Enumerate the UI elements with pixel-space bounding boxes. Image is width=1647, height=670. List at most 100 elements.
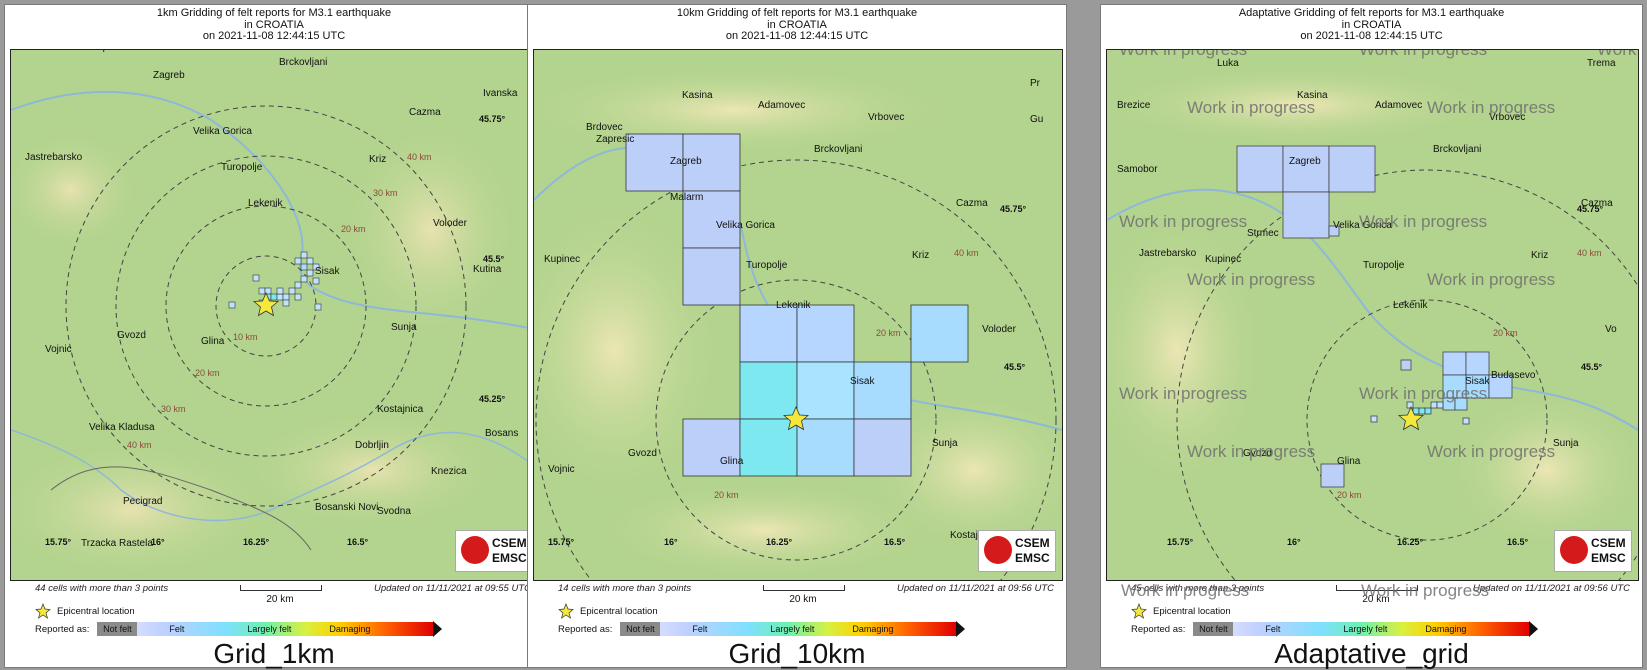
svg-text:Zagreb: Zagreb: [153, 70, 185, 81]
svg-text:Kriz: Kriz: [912, 250, 929, 261]
svg-text:Sunja: Sunja: [391, 322, 417, 333]
intensity-color-bar: Not felt Felt Largely felt Damaging: [620, 622, 957, 636]
svg-text:Cazma: Cazma: [409, 107, 441, 118]
panel-title: Adaptative Gridding of felt reports for …: [1238, 7, 1505, 42]
svg-text:15.75°: 15.75°: [1167, 537, 1194, 547]
svg-text:45.5°: 45.5°: [483, 254, 505, 264]
svg-text:20 km: 20 km: [1493, 328, 1518, 338]
watermark-text: Work in progress: [1597, 49, 1638, 59]
svg-text:30 km: 30 km: [373, 188, 398, 198]
svg-text:Gvozd: Gvozd: [628, 448, 657, 459]
cells-note: 14 cells with more than 3 points: [558, 583, 692, 594]
svg-text:Velika Gorica: Velika Gorica: [193, 126, 252, 137]
svg-text:10 km: 10 km: [233, 332, 258, 342]
watermark-text: Work in progress: [1359, 212, 1488, 231]
svg-text:16.25°: 16.25°: [1397, 537, 1424, 547]
panel-name: Adaptative_grid: [1274, 638, 1469, 669]
svg-text:Sunja: Sunja: [932, 438, 958, 449]
svg-text:15.75°: 15.75°: [45, 537, 72, 547]
panel-grid-1km: 1km Gridding of felt reports for M3.1 ea…: [4, 4, 544, 669]
svg-text:Lekenik: Lekenik: [1393, 300, 1428, 311]
svg-text:Glina: Glina: [201, 336, 225, 347]
svg-text:Velika Kladusa: Velika Kladusa: [89, 422, 155, 433]
svg-text:20 km: 20 km: [1337, 490, 1362, 500]
epicentral-legend: Epicentral location: [35, 603, 135, 619]
svg-text:Turopolje: Turopolje: [221, 162, 263, 173]
svg-text:Trzacka Rastela: Trzacka Rastela: [81, 538, 153, 549]
panel-adaptative-grid: Adaptative Gridding of felt reports for …: [1100, 4, 1643, 669]
panel-name: Grid_10km: [728, 638, 866, 669]
svg-text:Cazma: Cazma: [956, 198, 988, 209]
svg-text:Jastrebarsko: Jastrebarsko: [1139, 248, 1197, 259]
intensity-legend: Reported as: Not felt Felt Largely felt …: [1131, 621, 1539, 637]
map-adaptative-grid[interactable]: Luka Trema Kasina Adamovec Vrbovec Brezice Z…: [1106, 49, 1639, 581]
svg-text:45.75°: 45.75°: [1000, 204, 1027, 214]
svg-text:Kasina: Kasina: [682, 90, 713, 101]
svg-text:Voloder: Voloder: [433, 218, 468, 229]
svg-text:Zapresic: Zapresic: [596, 134, 634, 145]
svg-text:20 km: 20 km: [341, 224, 366, 234]
epicentral-legend: Epicentral location: [558, 603, 658, 619]
svg-text:45.75°: 45.75°: [1577, 204, 1604, 214]
svg-text:40 km: 40 km: [407, 152, 432, 162]
csem-emsc-logo[interactable]: CSEM EMSC: [1554, 530, 1632, 572]
svg-text:Kupinec: Kupinec: [544, 254, 580, 265]
csem-emsc-logo[interactable]: CSEM EMSC: [455, 530, 533, 572]
svg-text:16.25°: 16.25°: [766, 537, 793, 547]
svg-text:Pecigrad: Pecigrad: [123, 496, 162, 507]
svg-text:20 km: 20 km: [195, 368, 220, 378]
csem-emsc-logo[interactable]: CSEM EMSC: [978, 530, 1056, 572]
svg-text:Kupinec: Kupinec: [1205, 254, 1241, 265]
svg-text:45.25°: 45.25°: [479, 394, 506, 404]
svg-text:16.5°: 16.5°: [884, 537, 906, 547]
svg-text:Dobrljin: Dobrljin: [355, 440, 389, 451]
svg-text:Lekenik: Lekenik: [248, 198, 283, 209]
svg-text:Gu: Gu: [1030, 114, 1043, 125]
watermark-text: Work in progress: [1121, 581, 1250, 600]
svg-text:Samobor: Samobor: [1117, 164, 1158, 175]
svg-text:45.75°: 45.75°: [479, 114, 506, 124]
svg-text:Sisak: Sisak: [850, 376, 875, 387]
scale-bar: [240, 585, 322, 591]
legend-arrow-icon: [433, 621, 443, 637]
svg-text:Turopolje: Turopolje: [746, 260, 788, 271]
map-grid-1km[interactable]: Zagreb Brckovljani Ivanska Cazma Velika Gor…: [10, 49, 540, 581]
watermark-text: Work in progress: [1187, 442, 1316, 461]
svg-text:Glina: Glina: [720, 456, 744, 467]
svg-text:Svodna: Svodna: [377, 506, 411, 517]
svg-text:16.5°: 16.5°: [347, 537, 369, 547]
epicentral-legend: Epicentral location: [1131, 603, 1231, 619]
svg-text:Malarm: Malarm: [670, 192, 703, 203]
svg-text:Brckovljani: Brckovljani: [814, 144, 862, 155]
watermark-text: Work in progress: [1187, 98, 1316, 117]
star-icon: [35, 603, 51, 619]
svg-text:Strmec: Strmec: [1247, 228, 1279, 239]
svg-text:Zagreb: Zagreb: [1289, 156, 1321, 167]
updated-time: Updated on 11/11/2021 at 09:55 UTC: [373, 583, 531, 594]
svg-text:30 km: 30 km: [161, 404, 186, 414]
svg-text:16.5°: 16.5°: [1507, 537, 1529, 547]
svg-text:16°: 16°: [1287, 537, 1301, 547]
svg-text:Gvozd: Gvozd: [117, 330, 146, 341]
map-grid-10km[interactable]: Kasina Adamovec Vrbovec Brdovec Zapresic Zag…: [533, 49, 1063, 581]
watermark-text: Work in progress: [1119, 212, 1248, 231]
svg-text:40 km: 40 km: [127, 440, 152, 450]
svg-text:Kostajnica: Kostajnica: [377, 404, 424, 415]
svg-text:40 km: 40 km: [1577, 248, 1602, 258]
svg-text:Knezica: Knezica: [431, 466, 467, 477]
scale-label: 20 km: [789, 594, 817, 605]
svg-text:15.75°: 15.75°: [548, 537, 575, 547]
svg-text:Voloder: Voloder: [982, 324, 1017, 335]
svg-text:16°: 16°: [664, 537, 678, 547]
watermark-text: Work in progress: [1427, 442, 1556, 461]
intensity-legend: Reported as: Not felt Felt Largely felt …: [35, 621, 443, 637]
svg-text:20 km: 20 km: [714, 490, 739, 500]
watermark-text: Work in progress: [1119, 384, 1248, 403]
watermark-text: Work in progress: [1187, 270, 1316, 289]
svg-text:Brdovec: Brdovec: [586, 122, 623, 133]
svg-text:Sunja: Sunja: [1553, 438, 1579, 449]
svg-text:Kutina: Kutina: [473, 264, 502, 275]
watermark-text: Work in progress: [1361, 581, 1490, 600]
svg-text:Vojnic: Vojnic: [45, 344, 72, 355]
svg-text:16.25°: 16.25°: [243, 537, 270, 547]
